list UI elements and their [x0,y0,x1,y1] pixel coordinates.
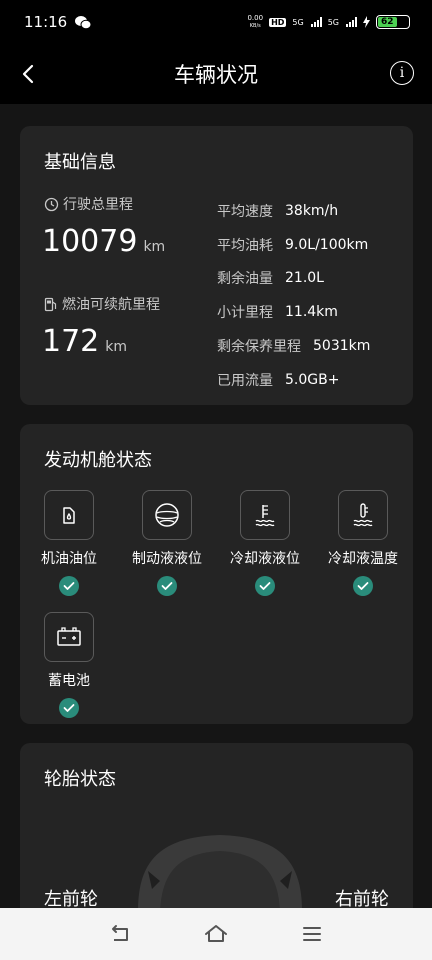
fuel-range-label: 燃油可续航里程 [62,297,160,313]
back-button[interactable] [16,60,44,88]
stats-list: 平均速度 38km/h 平均油耗 9.0L/100km 剩余油量 21.0L 小… [217,194,370,397]
stat-row: 剩余保养里程 5031km [217,329,370,363]
charging-icon [363,16,370,28]
fuel-range-value: 172 [42,324,100,359]
status-ok-icon [353,576,373,596]
coolant-level-icon [255,505,275,527]
stat-label: 平均油耗 [217,237,273,254]
total-mileage-label: 行驶总里程 [63,197,133,213]
battery-level: 62 [378,17,397,27]
oil-can-icon [63,507,75,524]
stat-label: 平均速度 [217,203,273,220]
stat-value: 11.4km [285,304,338,321]
tile-icon-frame [142,490,192,540]
nav-back-button[interactable] [107,921,133,947]
tile-icon-frame [44,490,94,540]
tile-label: 制动液液位 [132,551,202,567]
engine-item-brake-fluid[interactable]: 制动液液位 [122,490,212,596]
status-ok-icon [59,698,79,718]
total-mileage-value-row: 10079 km [42,224,165,259]
fuel-pump-icon [44,297,57,311]
status-ok-icon [157,576,177,596]
signal-icon [310,17,322,27]
stat-row: 剩余油量 21.0L [217,262,370,296]
tile-icon-frame [338,490,388,540]
engine-item-coolant-level[interactable]: 冷却液液位 [220,490,310,596]
status-time: 11:16 [24,13,68,31]
engine-status-card: 发动机舱状态 机油油位 制动液液位 冷却液液位 冷却液温度 蓄电池 [20,424,413,724]
wechat-icon [75,15,92,29]
battery-icon: 62 [376,15,410,29]
stat-row: 小计里程 11.4km [217,295,370,329]
stat-label: 小计里程 [217,305,273,322]
info-icon: i [399,65,405,81]
network-rate-unit: KB/s [249,23,261,29]
back-icon [112,925,128,941]
hd-badge: HD [269,17,287,27]
nav-menu-button[interactable] [299,921,325,947]
brake-icon [155,503,179,527]
fuel-range-unit: km [105,339,128,355]
status-ok-icon [255,576,275,596]
tile-label: 冷却液温度 [328,551,398,567]
total-mileage-unit: km [143,239,166,255]
engine-item-oil-level[interactable]: 机油油位 [24,490,114,596]
sim2-label: 5G [327,17,339,27]
menu-icon [303,927,321,941]
fuel-range-value-row: 172 km [42,324,127,359]
page-title: 车辆状况 [174,63,258,87]
basic-info-title: 基础信息 [44,152,116,173]
stat-row: 平均速度 38km/h [217,194,370,228]
network-rate-value: 0.00 [247,14,264,22]
sim1-label: 5G [292,17,304,27]
info-button[interactable]: i [390,61,414,85]
tile-icon-frame [240,490,290,540]
tile-icon-frame [44,612,94,662]
chevron-left-icon [22,64,34,84]
signal-icon [346,17,357,27]
stat-row: 已用流量 5.0GB+ [217,363,370,397]
car-top-view-icon [138,835,302,911]
stat-value: 21.0L [285,270,324,287]
tile-label: 机油油位 [41,551,97,567]
stat-label: 剩余油量 [217,271,273,288]
engine-status-title: 发动机舱状态 [44,450,152,471]
status-bar: 11:16 0.00 KB/s HD 5G 5G 62 [0,0,432,44]
status-right: 0.00 KB/s HD 5G 5G 62 [247,14,410,30]
battery-icon [57,627,81,646]
coolant-temp-icon [353,503,373,527]
stat-value: 5031km [313,338,371,355]
status-left: 11:16 [24,13,92,31]
network-rate: 0.00 KB/s [247,14,263,30]
header: 车辆状况 i [0,44,432,104]
total-mileage-value: 10079 [42,224,138,259]
home-icon [205,925,227,942]
stat-label: 已用流量 [217,372,273,389]
tile-label: 蓄电池 [48,673,90,689]
status-ok-icon [59,576,79,596]
engine-item-battery[interactable]: 蓄电池 [24,612,114,718]
odometer-icon [44,197,59,211]
nav-home-button[interactable] [203,921,229,947]
stat-value: 9.0L/100km [285,236,369,253]
stat-value: 5.0GB+ [285,371,340,388]
basic-info-card: 基础信息 行驶总里程 10079 km 燃油可续航里程 172 km 平均速度 38… [20,126,413,405]
stat-row: 平均油耗 9.0L/100km [217,228,370,262]
stat-value: 38km/h [285,202,339,219]
engine-item-coolant-temp[interactable]: 冷却液温度 [318,490,408,596]
system-nav-bar [0,908,432,960]
total-mileage-label-row: 行驶总里程 [44,194,133,214]
tire-status-title: 轮胎状态 [44,769,116,790]
stat-label: 剩余保养里程 [217,339,301,356]
tile-label: 冷却液液位 [230,551,300,567]
fuel-range-label-row: 燃油可续航里程 [44,294,160,314]
